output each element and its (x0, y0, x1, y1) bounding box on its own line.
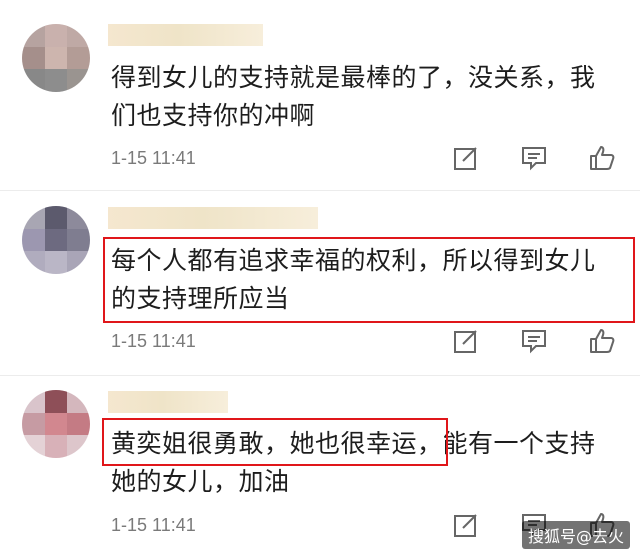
edit-icon[interactable] (452, 511, 480, 539)
comment-line: 们也支持你的冲啊 (111, 101, 316, 130)
username-blurred[interactable] (108, 207, 318, 229)
like-icon[interactable] (588, 144, 616, 172)
avatar[interactable] (22, 206, 90, 274)
watermark: 搜狐号@去火 (521, 521, 630, 549)
divider (0, 190, 640, 191)
divider (0, 375, 640, 376)
timestamp: 1-15 11:41 (111, 515, 196, 535)
comment-line: 她的女儿，加油 (111, 467, 290, 496)
comment-icon[interactable] (520, 327, 548, 355)
timestamp: 1-15 11:41 (111, 331, 196, 351)
highlight-box (103, 237, 635, 323)
timestamp: 1-15 11:41 (111, 148, 196, 168)
avatar[interactable] (22, 390, 90, 458)
comment-line: 得到女儿的支持就是最棒的了，没关系，我 (111, 63, 596, 92)
edit-icon[interactable] (452, 327, 480, 355)
highlight-box (102, 418, 448, 466)
like-icon[interactable] (588, 327, 616, 355)
username-blurred[interactable] (108, 391, 228, 413)
username-blurred[interactable] (108, 24, 263, 46)
comment-text: 得到女儿的支持就是最棒的了，没关系，我 们也支持你的冲啊 (111, 59, 596, 135)
edit-icon[interactable] (452, 144, 480, 172)
comment-icon[interactable] (520, 144, 548, 172)
avatar[interactable] (22, 24, 90, 92)
